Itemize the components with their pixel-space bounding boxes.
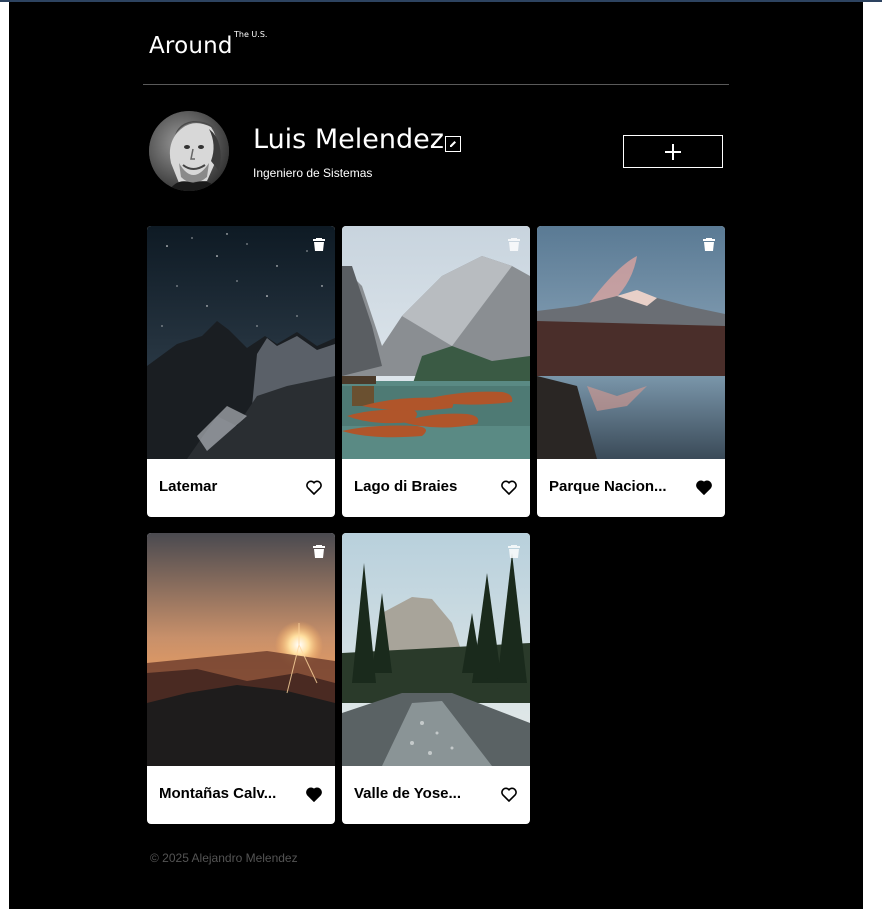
trash-icon[interactable] [702,237,716,251]
card: Montañas Calv... [147,533,335,824]
page: Around The U.S. Luis Melendez Ingeniero … [9,2,863,909]
heart-icon[interactable] [306,480,322,495]
card-title: Valle de Yose... [354,785,462,802]
trash-icon[interactable] [312,544,326,558]
card-title: Latemar [159,478,218,495]
logo-superscript: The U.S. [234,30,268,39]
edit-profile-button[interactable] [445,136,461,152]
plus-icon [665,144,681,160]
heart-icon[interactable] [501,480,517,495]
card-title: Montañas Calv... [159,785,277,802]
card: Lago di Braies [342,226,530,517]
heart-icon[interactable] [501,787,517,802]
trash-icon[interactable] [507,544,521,558]
card: Parque Nacion... [537,226,725,517]
avatar[interactable] [149,111,229,191]
header-divider [143,84,729,85]
pencil-icon [450,141,456,147]
trash-icon[interactable] [312,237,326,251]
card-title: Parque Nacion... [549,478,667,495]
card: Valle de Yose... [342,533,530,824]
heart-icon[interactable] [696,480,712,495]
profile: Luis Melendez Ingeniero de Sistemas [149,110,725,194]
card-image[interactable] [342,533,530,766]
card-image[interactable] [147,226,335,459]
profile-name: Luis Melendez [253,124,444,155]
trash-icon[interactable] [507,237,521,251]
card-image[interactable] [537,226,725,459]
header: Around The U.S. [149,30,729,86]
footer-copyright: © 2025 Alejandro Melendez [150,851,298,865]
profile-job: Ingeniero de Sistemas [253,166,373,180]
card-image[interactable] [342,226,530,459]
logo: Around [149,33,233,59]
card-image[interactable] [147,533,335,766]
card-title: Lago di Braies [354,478,458,495]
card: Latemar [147,226,335,517]
add-card-button[interactable] [623,135,723,168]
heart-icon[interactable] [306,787,322,802]
